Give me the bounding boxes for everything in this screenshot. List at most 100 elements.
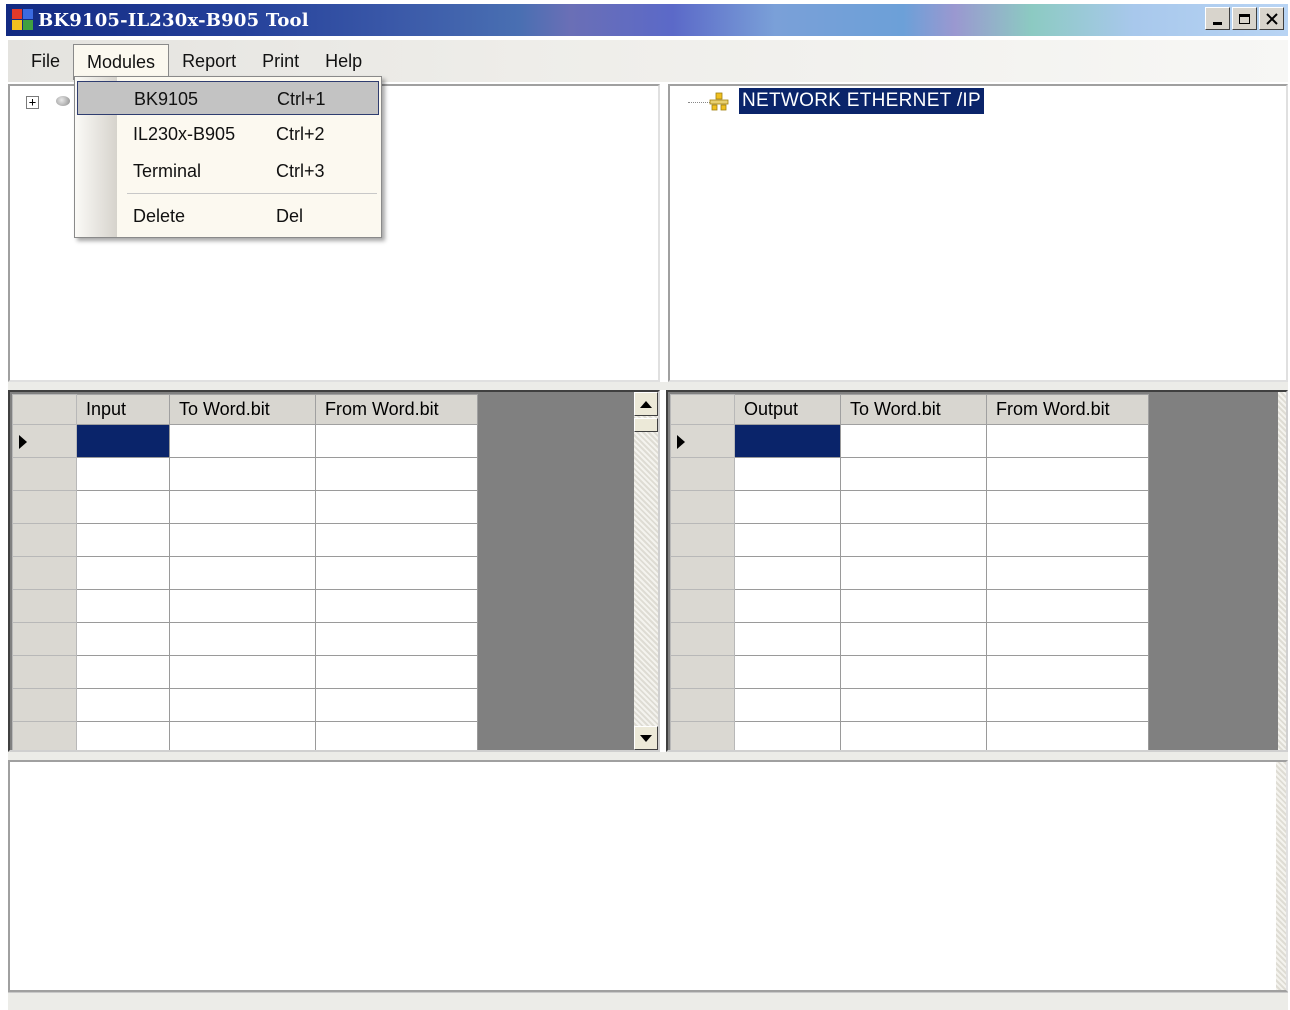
row-header[interactable] (12, 622, 77, 656)
scroll-down-button[interactable] (634, 726, 658, 750)
grid-cell[interactable] (734, 490, 841, 524)
menu-item-il230x-b905[interactable]: IL230x-B905 Ctrl+2 (77, 117, 379, 151)
column-header-from-word-bit[interactable]: From Word.bit (986, 394, 1149, 425)
grid-cell[interactable] (76, 721, 170, 750)
column-header-from-word-bit[interactable]: From Word.bit (315, 394, 478, 425)
grid-cell[interactable] (169, 688, 316, 722)
grid-cell[interactable] (76, 589, 170, 623)
grid-cell[interactable] (169, 424, 316, 458)
maximize-button[interactable] (1232, 7, 1257, 30)
grid-cell[interactable] (840, 655, 987, 689)
grid-cell[interactable] (315, 523, 478, 557)
grid-cell[interactable] (169, 655, 316, 689)
grid-cell[interactable] (169, 556, 316, 590)
grid-cell[interactable] (734, 589, 841, 623)
grid-cell[interactable] (734, 688, 841, 722)
row-header[interactable] (670, 556, 735, 590)
row-header[interactable] (12, 688, 77, 722)
menu-modules[interactable]: Modules (73, 44, 170, 80)
horizontal-splitter[interactable] (8, 752, 1288, 760)
grid-cell[interactable] (734, 556, 841, 590)
menu-help[interactable]: Help (312, 44, 375, 78)
grid-cell[interactable] (840, 688, 987, 722)
grid-cell[interactable] (169, 523, 316, 557)
grid-cell[interactable] (76, 424, 170, 458)
grid-cell[interactable] (169, 490, 316, 524)
grid-cell[interactable] (734, 457, 841, 491)
grid-cell[interactable] (76, 457, 170, 491)
grid-cell[interactable] (734, 655, 841, 689)
expand-icon[interactable]: + (26, 96, 39, 109)
menu-item-delete[interactable]: Delete Del (77, 199, 379, 233)
column-header-to-word-bit[interactable]: To Word.bit (840, 394, 987, 425)
table-row[interactable] (12, 721, 478, 750)
grid-cell[interactable] (169, 622, 316, 656)
menu-item-terminal[interactable]: Terminal Ctrl+3 (77, 154, 379, 188)
column-header-input[interactable]: Input (76, 394, 170, 425)
grid-cell[interactable] (840, 589, 987, 623)
row-header[interactable] (670, 457, 735, 491)
row-header[interactable] (12, 556, 77, 590)
row-header[interactable] (12, 490, 77, 524)
table-row[interactable] (12, 424, 478, 458)
grid-cell[interactable] (840, 490, 987, 524)
table-row[interactable] (670, 424, 1149, 458)
grid-cell[interactable] (734, 622, 841, 656)
grid-cell[interactable] (315, 655, 478, 689)
grid-cell[interactable] (169, 457, 316, 491)
input-grid-scrollbar[interactable] (634, 392, 658, 750)
horizontal-splitter[interactable] (8, 382, 1288, 390)
scroll-thumb[interactable] (634, 418, 658, 432)
menu-file[interactable]: File (18, 44, 73, 78)
row-header[interactable] (670, 622, 735, 656)
row-header[interactable] (670, 721, 735, 750)
grid-cell[interactable] (840, 457, 987, 491)
table-row[interactable] (12, 523, 478, 557)
table-row[interactable] (12, 622, 478, 656)
grid-cell[interactable] (76, 622, 170, 656)
grid-cell[interactable] (840, 424, 987, 458)
table-row[interactable] (12, 589, 478, 623)
minimize-button[interactable] (1205, 7, 1230, 30)
row-header[interactable] (670, 523, 735, 557)
table-row[interactable] (12, 457, 478, 491)
grid-cell[interactable] (840, 622, 987, 656)
log-scrollbar[interactable] (1276, 762, 1286, 990)
network-root-node[interactable]: NETWORK ETHERNET /IP (739, 88, 984, 114)
grid-cell[interactable] (986, 457, 1149, 491)
grid-cell[interactable] (169, 721, 316, 750)
table-row[interactable] (12, 556, 478, 590)
row-header[interactable] (12, 457, 77, 491)
grid-cell[interactable] (986, 424, 1149, 458)
row-header[interactable] (670, 688, 735, 722)
grid-cell[interactable] (315, 556, 478, 590)
grid-cell[interactable] (986, 589, 1149, 623)
menu-print[interactable]: Print (249, 44, 312, 78)
grid-cell[interactable] (986, 721, 1149, 750)
row-header[interactable] (670, 655, 735, 689)
input-grid[interactable]: Input To Word.bit From Word.bit (8, 390, 660, 752)
grid-cell[interactable] (986, 655, 1149, 689)
table-row[interactable] (12, 490, 478, 524)
table-row[interactable] (670, 622, 1149, 656)
table-row[interactable] (12, 688, 478, 722)
row-header[interactable] (12, 424, 77, 458)
grid-cell[interactable] (986, 490, 1149, 524)
row-header[interactable] (12, 721, 77, 750)
grid-cell[interactable] (840, 721, 987, 750)
output-grid-scrollbar[interactable] (1278, 392, 1286, 750)
grid-cell[interactable] (315, 622, 478, 656)
grid-cell[interactable] (734, 523, 841, 557)
grid-cell[interactable] (315, 424, 478, 458)
table-row[interactable] (670, 688, 1149, 722)
grid-cell[interactable] (986, 622, 1149, 656)
row-header[interactable] (670, 424, 735, 458)
grid-cell[interactable] (840, 523, 987, 557)
table-row[interactable] (12, 655, 478, 689)
close-button[interactable] (1259, 7, 1284, 30)
table-row[interactable] (670, 556, 1149, 590)
table-row[interactable] (670, 457, 1149, 491)
scroll-up-button[interactable] (634, 392, 658, 416)
row-header[interactable] (670, 589, 735, 623)
column-header-output[interactable]: Output (734, 394, 841, 425)
